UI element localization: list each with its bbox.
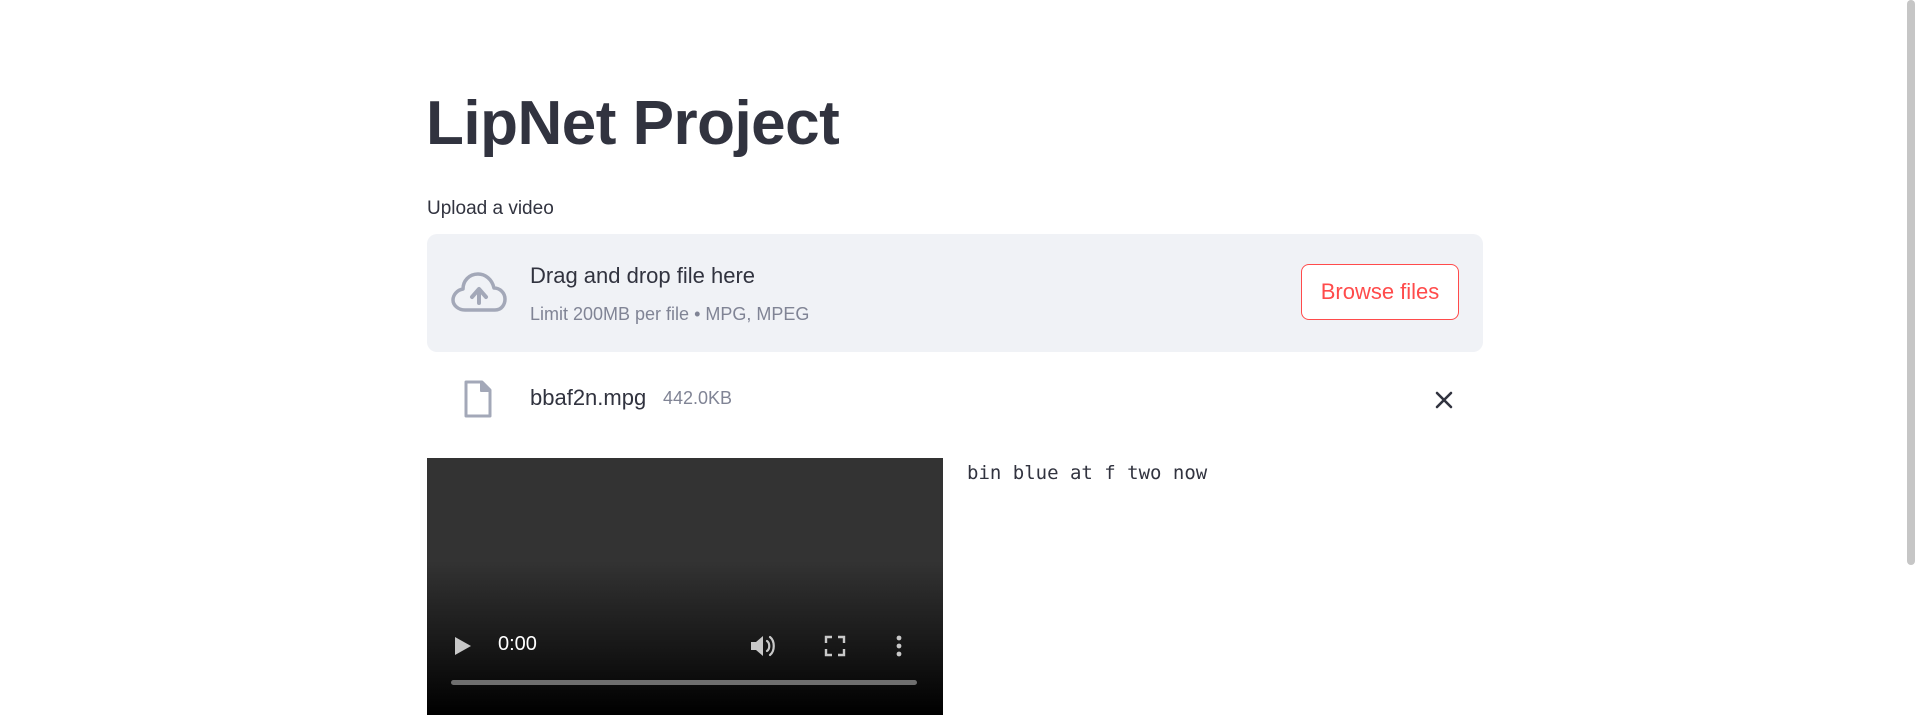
uploaded-file-row: bbaf2n.mpg 442.0KB	[427, 375, 1483, 425]
prediction-text: bin blue at f two now	[967, 462, 1208, 484]
dropzone-limit-text: Limit 200MB per file • MPG, MPEG	[530, 304, 810, 324]
volume-icon[interactable]	[749, 633, 777, 659]
page-title: LipNet Project	[426, 89, 840, 158]
browse-files-button[interactable]: Browse files	[1301, 264, 1459, 320]
upload-label: Upload a video	[427, 198, 554, 219]
file-dropzone[interactable]: Drag and drop file here Limit 200MB per …	[427, 234, 1483, 352]
scrollbar-thumb[interactable]	[1907, 0, 1915, 565]
play-icon[interactable]	[453, 635, 473, 657]
video-time: 0:00	[498, 633, 537, 655]
dropzone-title: Drag and drop file here	[530, 263, 756, 288]
close-icon	[1435, 391, 1453, 409]
video-progress-bar[interactable]	[451, 680, 917, 685]
file-name: bbaf2n.mpg	[530, 385, 647, 410]
video-player[interactable]: 0:00	[427, 458, 943, 715]
remove-file-button[interactable]	[1429, 385, 1459, 415]
page-scrollbar[interactable]	[1904, 0, 1918, 721]
app-page: LipNet Project Upload a video Drag and d…	[0, 0, 1918, 721]
file-size: 442.0KB	[663, 388, 733, 408]
fullscreen-icon[interactable]	[822, 633, 848, 659]
more-options-icon[interactable]	[893, 633, 905, 659]
